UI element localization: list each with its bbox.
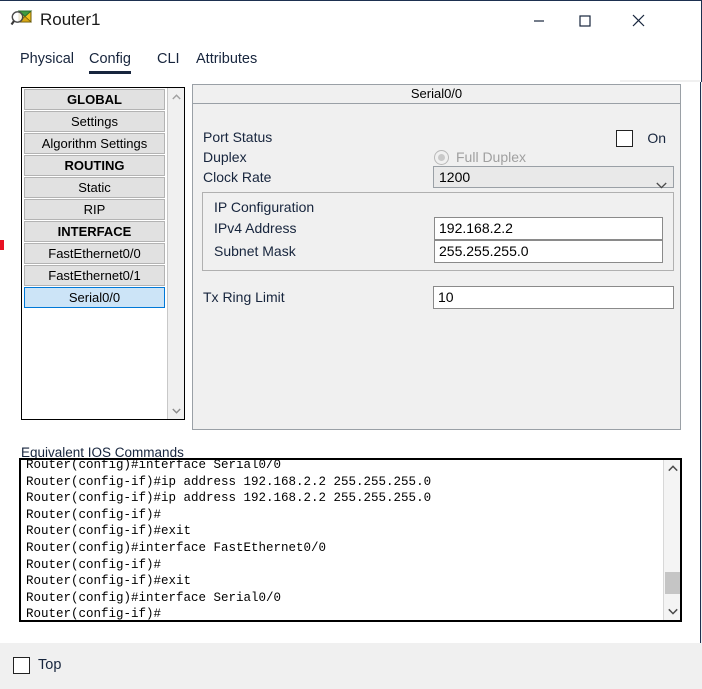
scroll-down-icon[interactable] (168, 402, 185, 419)
tab-config[interactable]: Config (89, 51, 131, 74)
ipv4-address-input[interactable]: 192.168.2.2 (434, 217, 663, 240)
config-content-area: GLOBAL Settings Algorithm Settings ROUTI… (0, 82, 701, 643)
sidebar-item-rip[interactable]: RIP (24, 199, 165, 220)
full-duplex-radio (434, 150, 449, 165)
console-scroll-thumb[interactable] (665, 572, 680, 594)
tx-ring-limit-label: Tx Ring Limit (203, 289, 285, 305)
port-status-label: Port Status (203, 129, 273, 145)
top-label: Top (38, 657, 62, 673)
console-scrollbar[interactable] (663, 460, 680, 620)
clock-rate-dropdown[interactable]: 1200 (433, 166, 674, 189)
tab-physical[interactable]: Physical (20, 51, 74, 71)
sidebar-item-fastethernet0-1[interactable]: FastEthernet0/1 (24, 265, 165, 286)
clock-rate-label: Clock Rate (203, 169, 272, 185)
footer-bar: Top (0, 643, 702, 689)
clock-rate-value: 1200 (439, 169, 471, 185)
top-checkbox[interactable] (13, 657, 30, 674)
sidebar-item-global: GLOBAL (24, 89, 165, 110)
close-button[interactable] (615, 1, 661, 40)
chevron-down-icon (656, 174, 667, 194)
ip-configuration-group: IP Configuration IPv4 Address 192.168.2.… (202, 192, 674, 271)
edge-marker (0, 240, 4, 250)
port-status-checkbox[interactable] (616, 130, 633, 147)
sidebar-item-serial0-0[interactable]: Serial0/0 (24, 287, 165, 308)
tab-attributes[interactable]: Attributes (196, 51, 257, 71)
scroll-up-icon[interactable] (168, 88, 185, 105)
console-scroll-down-icon[interactable] (664, 603, 680, 620)
sidebar-item-interface: INTERFACE (24, 221, 165, 242)
packet-tracer-magnifier-icon (10, 8, 34, 32)
port-status-on-label: On (647, 130, 666, 146)
console-scroll-up-icon[interactable] (664, 460, 680, 477)
sidebar-item-algorithm-settings[interactable]: Algorithm Settings (24, 133, 165, 154)
router-config-window: Router1 Physical Config CLI Attributes G… (0, 0, 702, 689)
panel-body: Port Status On Duplex Full Duplex Clock … (192, 103, 681, 430)
ip-configuration-title: IP Configuration (214, 199, 315, 215)
ios-commands-text: Router(config)#interface Serial0/0 Route… (26, 458, 432, 622)
minimize-button[interactable] (516, 1, 562, 40)
sidebar-scrollbar[interactable] (167, 88, 184, 419)
subnet-mask-label: Subnet Mask (214, 243, 296, 259)
ipv4-address-label: IPv4 Address (214, 220, 297, 236)
config-section-list-items: GLOBAL Settings Algorithm Settings ROUTI… (22, 88, 167, 419)
interface-settings-panel: Serial0/0 Port Status On Duplex Full Dup… (192, 84, 681, 430)
full-duplex-label: Full Duplex (456, 149, 527, 165)
panel-title: Serial0/0 (192, 84, 681, 104)
duplex-label: Duplex (203, 149, 247, 165)
sidebar-item-fastethernet0-0[interactable]: FastEthernet0/0 (24, 243, 165, 264)
sidebar-item-routing: ROUTING (24, 155, 165, 176)
config-section-list: GLOBAL Settings Algorithm Settings ROUTI… (21, 87, 185, 420)
title-bar: Router1 (0, 0, 702, 40)
sidebar-item-settings[interactable]: Settings (24, 111, 165, 132)
tx-ring-limit-input[interactable]: 10 (433, 286, 674, 309)
equivalent-ios-commands-console[interactable]: Router(config)#interface Serial0/0 Route… (19, 458, 682, 622)
tab-bar: Physical Config CLI Attributes (0, 40, 702, 121)
subnet-mask-input[interactable]: 255.255.255.0 (434, 240, 663, 263)
sidebar-item-static[interactable]: Static (24, 177, 165, 198)
tab-cli[interactable]: CLI (157, 51, 180, 71)
window-title: Router1 (40, 10, 101, 29)
maximize-button[interactable] (562, 1, 608, 40)
